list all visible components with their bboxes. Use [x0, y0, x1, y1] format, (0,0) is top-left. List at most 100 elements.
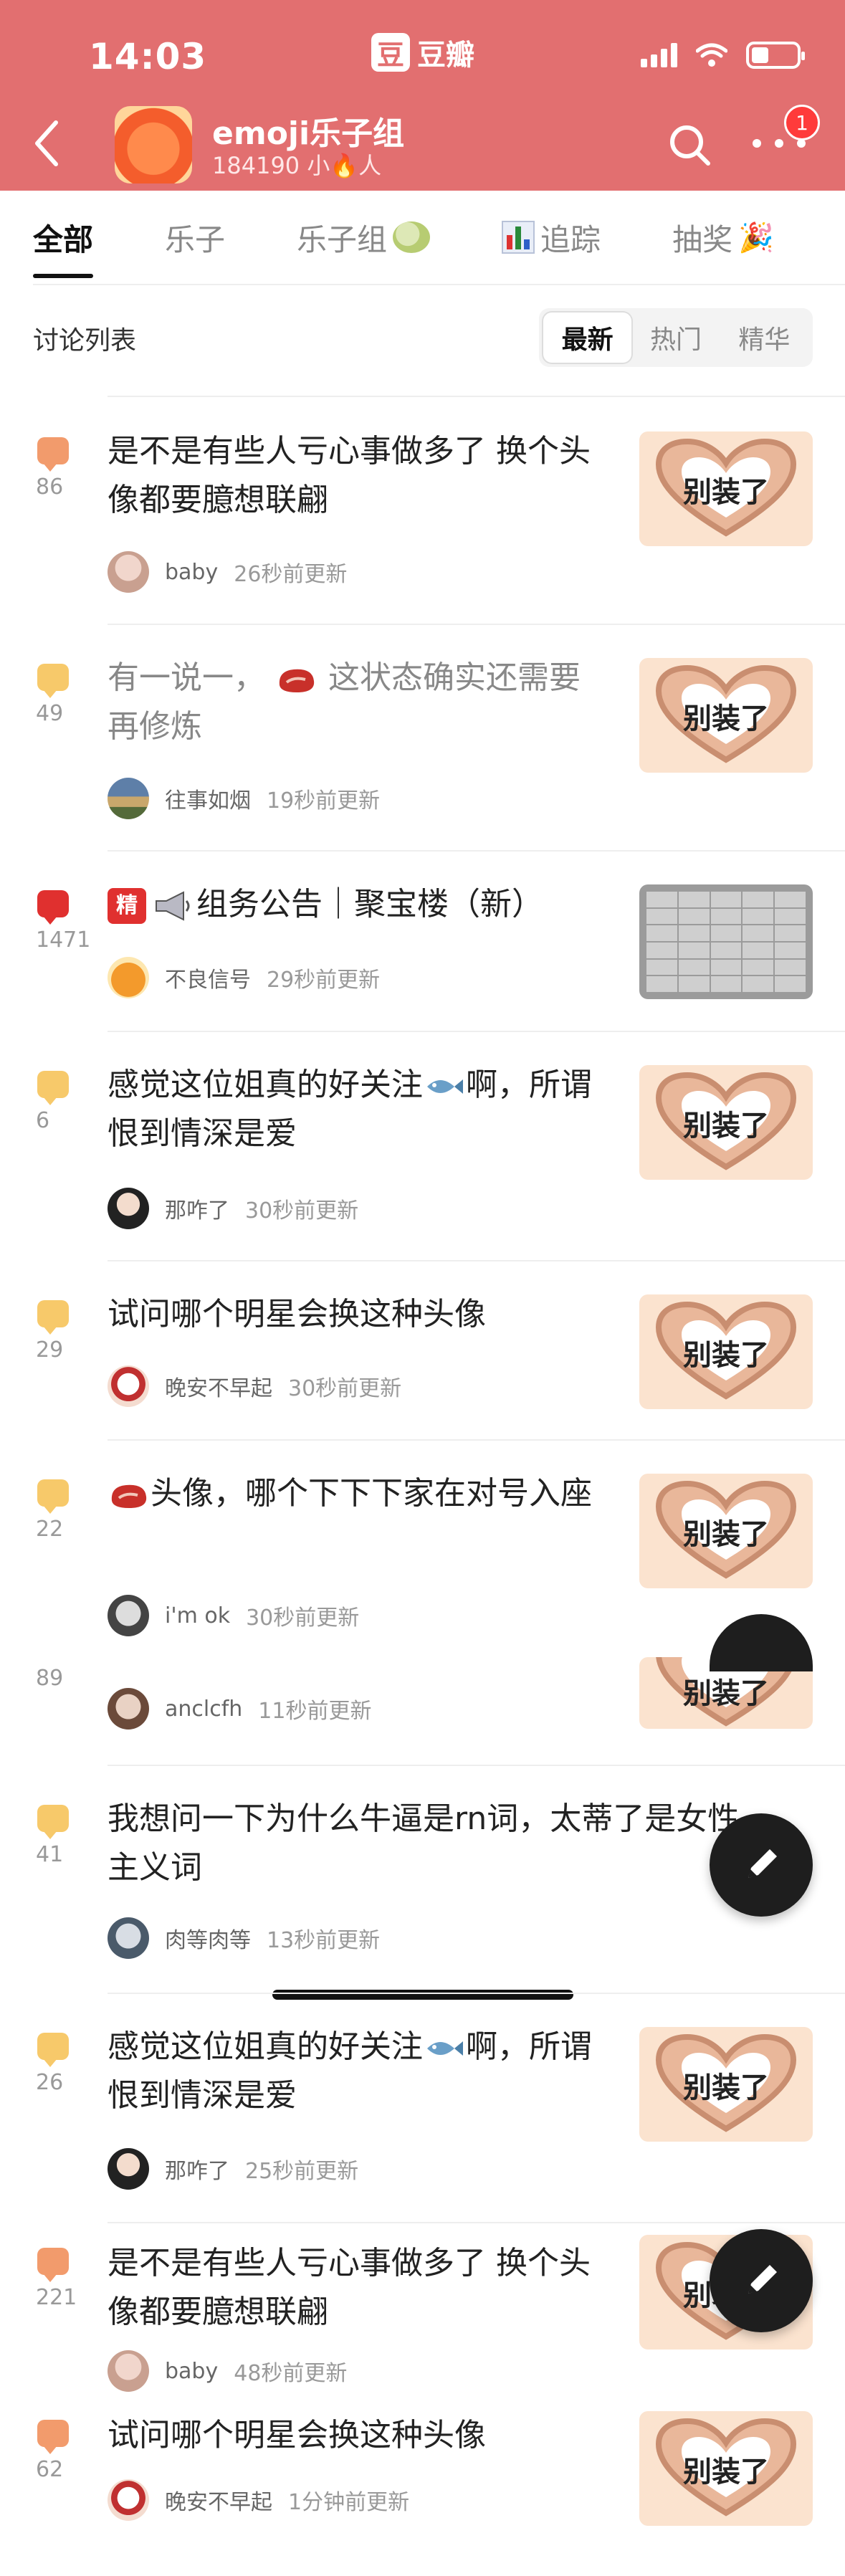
- avatar[interactable]: [108, 1688, 149, 1730]
- sort-latest-button[interactable]: 最新: [543, 313, 632, 363]
- author-name[interactable]: anclcfh: [165, 1697, 242, 1722]
- post-thumbnail[interactable]: 别装了: [639, 1474, 813, 1588]
- comment-bubble-icon: [37, 890, 69, 925]
- comment-bubble-icon: [37, 1805, 69, 1839]
- post-thumbnail[interactable]: 别装了: [639, 2027, 813, 2142]
- reply-count: 6: [36, 1108, 50, 1133]
- douban-logo-icon: 豆: [371, 33, 410, 72]
- notification-badge: 1: [784, 105, 820, 140]
- tab-all[interactable]: 全部: [33, 216, 94, 278]
- avatar[interactable]: [108, 957, 149, 998]
- avatar[interactable]: [108, 551, 149, 593]
- post-thumbnail[interactable]: 别装了: [639, 1065, 813, 1180]
- avatar[interactable]: [108, 1188, 149, 1229]
- post-meta: 不良信号 29秒前更新: [108, 956, 380, 999]
- post-title[interactable]: 感觉这位姐真的好关注 啊，所谓恨到情深是爱: [108, 2023, 609, 2120]
- list-item[interactable]: 22 头像，哪个下下下家在对号入座 i'm ok 30秒前更新 别装了: [0, 1441, 845, 1656]
- list-item[interactable]: 49 有一说一， 这状态确实还需要再修炼 往事如烟 19秒前更新 别装了: [0, 625, 845, 850]
- post-title[interactable]: 试问哪个明星会换这种头像: [108, 1290, 609, 1339]
- avatar[interactable]: [108, 1365, 149, 1407]
- post-thumbnail[interactable]: 别装了: [639, 431, 813, 546]
- reply-count: 221: [36, 2285, 77, 2310]
- sort-hot-button[interactable]: 热门: [631, 313, 720, 363]
- reply-indicator: 49: [36, 664, 115, 726]
- comment-bubble-icon: [37, 2033, 69, 2067]
- update-time: 11秒前更新: [258, 1699, 372, 1724]
- author-name[interactable]: baby: [165, 560, 218, 585]
- author-name[interactable]: 晚安不早起: [165, 2484, 272, 2516]
- post-title[interactable]: 试问哪个明星会换这种头像: [108, 2411, 609, 2460]
- list-title: 讨论列表: [33, 326, 137, 356]
- post-thumbnail[interactable]: 别装了: [639, 1294, 813, 1409]
- search-button[interactable]: [665, 120, 715, 171]
- list-item[interactable]: 86 是不是有些人亏心事做多了 换个头像都要臆想联翩 baby 26秒前更新 别…: [0, 399, 845, 624]
- list-item[interactable]: 26 感觉这位姐真的好关注 啊，所谓恨到情深是爱 那咋了 25秒前更新 别装了: [0, 1994, 845, 2222]
- post-thumbnail[interactable]: 别装了: [639, 658, 813, 773]
- comment-bubble-icon: [37, 664, 69, 698]
- thumbnail-caption: 别装了: [683, 2456, 769, 2489]
- reply-indicator: 26: [36, 2033, 115, 2095]
- list-item[interactable]: 89 anclcfh 11秒前更新 别装了: [0, 1657, 845, 1757]
- list-item[interactable]: 6 感觉这位姐真的好关注 啊，所谓恨到情深是爱 那咋了 30秒前更新 别装了: [0, 1032, 845, 1260]
- melon-icon: [393, 221, 431, 253]
- tab-tracking[interactable]: 追踪: [502, 216, 601, 259]
- avatar[interactable]: [108, 2350, 149, 2392]
- post-title[interactable]: 是不是有些人亏心事做多了 换个头像都要臆想联翩: [108, 2239, 609, 2337]
- tab-fun[interactable]: 乐子: [165, 216, 225, 259]
- tab-lottery[interactable]: 抽奖 🎉: [672, 216, 774, 259]
- post-title[interactable]: 我想问一下为什么牛逼是rn词，太蒂了是女性主义词: [108, 1795, 767, 1892]
- update-time: 25秒前更新: [245, 2159, 359, 2184]
- update-time: 48秒前更新: [234, 2361, 348, 2386]
- author-name[interactable]: 那咋了: [165, 1193, 229, 1224]
- update-time: 30秒前更新: [245, 1198, 359, 1223]
- avatar[interactable]: [108, 2148, 149, 2190]
- reply-count: 89: [36, 1666, 64, 1691]
- reply-indicator: 86: [36, 437, 115, 500]
- list-item[interactable]: 62 试问哪个明星会换这种头像 晚安不早起 1分钟前更新 别装了: [0, 2411, 845, 2576]
- list-item[interactable]: 29 试问哪个明星会换这种头像 晚安不早起 30秒前更新 别装了: [0, 1261, 845, 1439]
- reply-count: 22: [36, 1517, 64, 1542]
- post-thumbnail[interactable]: 别装了: [639, 2411, 813, 2526]
- compose-button[interactable]: [710, 1813, 813, 1917]
- chevron-left-icon: [35, 120, 58, 166]
- author-name[interactable]: baby: [165, 2359, 218, 2384]
- post-thumbnail[interactable]: [639, 884, 813, 999]
- author-name[interactable]: 那咋了: [165, 2153, 229, 2185]
- author-name[interactable]: 往事如烟: [165, 783, 251, 814]
- table-screenshot-image: [646, 892, 806, 992]
- list-item[interactable]: 1471 精组务公告｜聚宝楼（新） 不良信号 29秒前更新: [0, 851, 845, 1031]
- sort-segmented-control: 最新 热门 精华: [539, 308, 813, 367]
- post-title[interactable]: 头像，哪个下下下家在对号入座: [108, 1469, 609, 1518]
- thumbnail-caption: 别装了: [683, 476, 769, 509]
- avatar[interactable]: [108, 1917, 149, 1959]
- post-title[interactable]: 感觉这位姐真的好关注 啊，所谓恨到情深是爱: [108, 1061, 609, 1158]
- reply-indicator: 89: [36, 1666, 115, 1691]
- author-name[interactable]: 肉等肉等: [165, 1922, 251, 1954]
- list-header: 讨论列表 最新 热门 精华: [0, 291, 845, 377]
- avatar[interactable]: [108, 778, 149, 819]
- update-time: 29秒前更新: [267, 968, 381, 993]
- author-name[interactable]: i'm ok: [165, 1603, 230, 1628]
- group-avatar[interactable]: [115, 106, 192, 183]
- group-title[interactable]: emoji乐子组: [212, 108, 404, 153]
- thumbnail-caption: 别装了: [683, 1518, 769, 1551]
- avatar[interactable]: [108, 2479, 149, 2521]
- post-meta: 晚安不早起 30秒前更新: [108, 1365, 401, 1408]
- post-title[interactable]: 有一说一， 这状态确实还需要再修炼: [108, 654, 609, 751]
- author-name[interactable]: 晚安不早起: [165, 1370, 272, 1402]
- back-button[interactable]: [32, 115, 69, 172]
- party-popper-icon: 🎉: [738, 221, 774, 254]
- avatar[interactable]: [108, 1595, 149, 1636]
- thumbnail-caption: 别装了: [683, 1339, 769, 1372]
- steak-icon: [111, 1484, 147, 1508]
- sort-featured-button[interactable]: 精华: [720, 313, 808, 363]
- reply-count: 62: [36, 2457, 64, 2482]
- top-header: 14:03 豆 豆瓣 emoji乐子组 184190 小🔥人 1: [0, 0, 845, 191]
- post-meta: 晚安不早起 1分钟前更新: [108, 2479, 409, 2522]
- post-title[interactable]: 精组务公告｜聚宝楼（新）: [108, 880, 609, 929]
- update-time: 1分钟前更新: [288, 2490, 410, 2515]
- author-name[interactable]: 不良信号: [165, 962, 251, 993]
- tab-fun-group[interactable]: 乐子组: [297, 216, 431, 259]
- post-title[interactable]: 是不是有些人亏心事做多了 换个头像都要臆想联翩: [108, 427, 609, 525]
- compose-button[interactable]: [710, 2229, 813, 2332]
